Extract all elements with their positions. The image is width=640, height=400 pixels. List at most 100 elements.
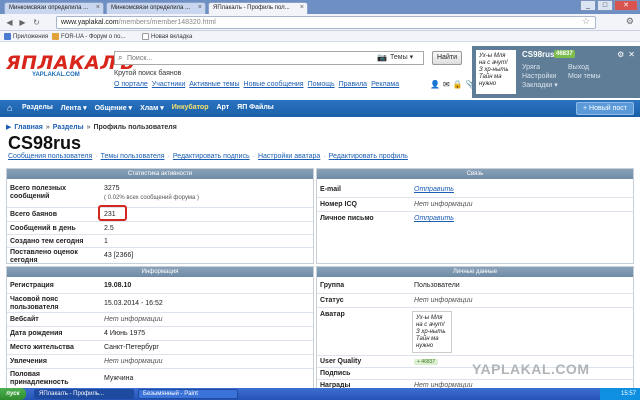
row-value: 1: [104, 238, 108, 245]
row-value: 4 Июнь 1975: [104, 330, 146, 337]
link-ads[interactable]: Реклама: [371, 81, 399, 88]
link-about[interactable]: О портале: [114, 81, 148, 88]
nav-art[interactable]: Арт: [216, 104, 229, 112]
link-avatar-settings[interactable]: Настройки аватара: [258, 153, 320, 160]
nav-chat[interactable]: Общение ▾: [95, 104, 132, 112]
start-button[interactable]: пуск: [0, 388, 26, 400]
settings-icon[interactable]: ⚙: [617, 50, 624, 59]
user-link[interactable]: Настройки: [522, 72, 558, 81]
user-link[interactable]: Выход: [568, 63, 601, 72]
separator: ·: [252, 153, 255, 160]
panel-header: Статистика активности: [7, 169, 313, 179]
breadcrumb: ▶ Главная » Разделы » Профиль пользовате…: [6, 123, 177, 132]
browser-tab-2[interactable]: Минкомсвязи определила ... ×: [106, 2, 206, 14]
table-row: Аватар Ух-ы Мля на с ачут! З хр-ныть Тай…: [317, 307, 633, 355]
link-members[interactable]: Участники: [152, 81, 185, 88]
row-label: Половая принадлежность: [10, 371, 69, 386]
row-label: E-mail: [320, 186, 342, 193]
link-edit-signature[interactable]: Редактировать подпись: [173, 153, 250, 160]
bookmark-label: FOR-UA - Форум о по...: [61, 33, 126, 40]
maximize-button[interactable]: □: [597, 0, 613, 11]
search-tagline: Крутой поиск баянов: [114, 70, 182, 77]
contact-panel: Связь E-mail Отправить Номер ICQ Нет инф…: [316, 168, 634, 264]
table-row: Место жительства Санкт-Петербург: [7, 340, 313, 354]
table-row: Половая принадлежность Мужчина: [7, 368, 313, 390]
link-edit-profile[interactable]: Редактировать профиль: [329, 153, 408, 160]
profile-avatar: Ух-ы Мля на с ачут! З хр-ныть Тайн ма ну…: [412, 311, 452, 353]
row-value: Нет информации: [104, 316, 163, 323]
lock-icon[interactable]: 🔒: [453, 80, 463, 89]
nav-sections[interactable]: Разделы: [22, 104, 53, 112]
mail-icon[interactable]: ✉: [443, 80, 450, 89]
search-box: ⌕ 📷 Темы ▾: [114, 51, 424, 65]
nav-feed[interactable]: Лента ▾: [61, 104, 87, 112]
stats-panel: Статистика активности Всего полезных соо…: [6, 168, 314, 264]
minimize-button[interactable]: _: [580, 0, 596, 11]
bookmark-star-icon[interactable]: ☆: [582, 16, 590, 27]
nav-files[interactable]: ЯП Файлы: [237, 104, 274, 112]
browser-tab-3[interactable]: ЯПлакалъ - Профиль пол... ×: [208, 2, 308, 14]
nav-junk[interactable]: Хлам ▾: [140, 104, 164, 112]
find-button[interactable]: Найти: [432, 51, 462, 65]
send-email-link[interactable]: Отправить: [414, 186, 454, 194]
row-label: Сообщений в день: [10, 225, 76, 232]
user-link[interactable]: Закладки ▾: [522, 81, 558, 90]
row-label: Подпись: [320, 370, 351, 377]
link-user-messages[interactable]: Сообщения пользователя: [8, 153, 92, 160]
close-tab-icon[interactable]: ×: [198, 4, 202, 11]
wrench-icon[interactable]: ⚙: [626, 16, 634, 27]
bookmark-new-tab[interactable]: Новая вкладка: [142, 33, 192, 40]
site-favicon: [52, 33, 59, 40]
link-user-topics[interactable]: Темы пользователя: [101, 153, 165, 160]
forward-icon[interactable]: ▶: [17, 17, 28, 28]
search-icon: ⌕: [118, 53, 123, 62]
row-value: 43 [2366]: [104, 252, 134, 259]
camera-icon[interactable]: 📷: [377, 53, 387, 62]
row-label: Всего полезных сообщений: [10, 185, 67, 200]
top-links: О портале Участники Активные темы Новые …: [114, 81, 399, 88]
browser-tab-1[interactable]: Минкомсвязи определила ... ×: [4, 2, 104, 14]
user-link[interactable]: Уряга: [522, 63, 558, 72]
close-tab-icon[interactable]: ×: [96, 4, 100, 11]
breadcrumb-sections[interactable]: Разделы: [53, 124, 84, 131]
browser-tabbar: Минкомсвязи определила ... × Минкомсвязи …: [0, 0, 640, 14]
table-row: Создано тем сегодня 1: [7, 234, 313, 247]
separator: ·: [95, 153, 98, 160]
close-tab-icon[interactable]: ×: [300, 4, 304, 11]
user-icon[interactable]: 👤: [430, 80, 440, 89]
bookmark-apps[interactable]: Приложения: [4, 33, 48, 40]
new-post-button[interactable]: + Новый пост: [576, 102, 634, 115]
nav-incubator[interactable]: Инкубатор: [172, 104, 209, 112]
row-value: Санкт-Петербург: [104, 344, 159, 351]
home-icon[interactable]: ⌂: [7, 103, 12, 113]
rating-badge: 46837: [554, 50, 575, 58]
taskbar-item-paint[interactable]: Безымянный - Paint: [138, 389, 238, 399]
search-scope-select[interactable]: Темы ▾: [390, 53, 413, 61]
table-row: Всего баянов 231: [7, 205, 313, 221]
username[interactable]: CS98rus: [522, 50, 554, 59]
send-pm-link[interactable]: Отправить: [414, 215, 454, 223]
link-new-messages[interactable]: Новые сообщения: [244, 81, 304, 88]
row-label: Поставлено оценок сегодня: [10, 249, 78, 264]
link-help[interactable]: Помощь: [308, 81, 335, 88]
window-controls: _ □ ✕: [580, 0, 638, 11]
table-row: E-mail Отправить: [317, 183, 633, 197]
close-window-button[interactable]: ✕: [614, 0, 638, 11]
user-link[interactable]: Мои темы: [568, 72, 601, 81]
reload-icon[interactable]: ↻: [31, 17, 42, 28]
breadcrumb-arrow-icon: ▶: [6, 124, 12, 131]
taskbar-item-browser[interactable]: ЯПлакалъ - Профиль...: [34, 389, 134, 399]
link-rules[interactable]: Правила: [339, 81, 367, 88]
user-panel: Ух-ы Мля на с ачут! З хр-ныть Тайн ма ну…: [472, 46, 640, 98]
close-icon[interactable]: ✕: [628, 50, 635, 59]
avatar[interactable]: Ух-ы Мля на с ачут! З хр-ныть Тайн ма ну…: [476, 50, 516, 94]
breadcrumb-current: Профиль пользователя: [93, 123, 177, 131]
link-active-topics[interactable]: Активные темы: [189, 81, 239, 88]
breadcrumb-home[interactable]: Главная: [14, 124, 42, 131]
row-value: Мужчина: [104, 375, 134, 382]
back-icon[interactable]: ◀: [4, 17, 15, 28]
search-input[interactable]: [127, 53, 367, 64]
bookmark-for-ua[interactable]: FOR-UA - Форум о по...: [52, 33, 125, 40]
page-title: CS98rus: [8, 133, 82, 153]
url-input[interactable]: www.yaplakal.com/members/member148320.ht…: [56, 16, 596, 29]
